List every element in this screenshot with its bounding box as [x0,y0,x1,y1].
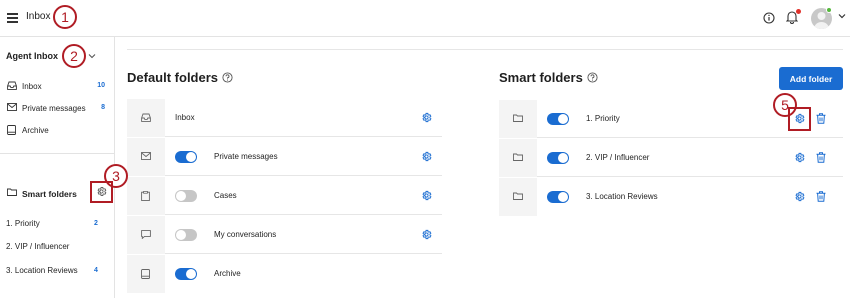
folder-name: 2. VIP / Influencer [586,153,650,162]
callout-marker: 2 [62,44,86,68]
smart-folder-count: 4 [94,267,98,274]
folder-icon-cell [499,178,537,216]
smart-folder-count: 2 [94,220,98,227]
folder-toggle[interactable] [547,113,569,125]
smart-folder-row: 3. Location Reviews [499,178,843,216]
highlight-box [788,107,811,131]
folder-icon-cell [499,100,537,138]
folder-icon [7,188,17,196]
archive-icon [7,125,16,135]
sidebar-item-label: Inbox [22,82,42,91]
smart-folder-link[interactable]: 2. VIP / Influencer [6,242,69,251]
trash-icon[interactable] [816,152,826,163]
top-bar: Inbox [0,0,850,37]
default-folders-heading: Default folders [127,70,219,85]
sidebar-item-label: Private messages [22,104,86,113]
folder-toggle[interactable] [547,152,569,164]
highlight-box [90,181,113,203]
folder-name: My conversations [214,230,277,239]
folder-icon [513,114,523,122]
sidebar-item-label: Archive [22,126,49,135]
folder-name: Cases [214,191,237,200]
default-folder-row: Cases [127,177,442,215]
folder-toggle[interactable] [175,190,197,202]
folder-toggle[interactable] [175,229,197,241]
gear-icon[interactable] [421,190,432,201]
section-divider [127,49,843,50]
smart-folder-link[interactable]: 3. Location Reviews [6,266,78,275]
folder-toggle[interactable] [175,151,197,163]
sidebar-divider [0,153,114,154]
chevron-down-icon[interactable] [88,53,96,59]
envelope-icon [7,103,17,111]
folder-icon-cell [127,99,165,137]
sidebar-item-inbox[interactable]: Inbox 10 [0,76,114,96]
app-title: Inbox [26,11,51,22]
trash-icon[interactable] [816,113,826,124]
help-icon[interactable] [587,72,598,83]
chevron-down-icon[interactable] [838,13,846,19]
sidebar-item-count: 10 [97,82,105,89]
inbox-icon [141,113,151,122]
default-folder-row: Inbox [127,99,442,137]
clipboard-icon [141,191,150,201]
folder-icon [513,192,523,200]
sidebar-item-archive[interactable]: Archive [0,120,114,140]
add-folder-button[interactable]: Add folder [779,67,843,90]
folder-icon-cell [127,255,165,293]
folder-icon [513,153,523,161]
callout-marker: 1 [53,5,77,29]
smart-folders-heading: Smart folders [22,189,77,199]
folder-toggle[interactable] [175,268,197,280]
folder-icon-cell [499,139,537,177]
gear-icon[interactable] [421,151,432,162]
presence-dot [826,7,832,13]
gear-icon[interactable] [794,191,805,202]
default-folder-row: Private messages [127,138,442,176]
folder-icon-cell [127,177,165,215]
folder-name: Inbox [175,113,195,122]
info-icon[interactable] [763,12,775,24]
sidebar-item-count: 8 [101,104,105,111]
sidebar-item-private-messages[interactable]: Private messages 8 [0,98,114,118]
trash-icon[interactable] [816,191,826,202]
gear-icon[interactable] [421,112,432,123]
chat-icon [141,230,151,239]
folder-name: Archive [214,269,241,278]
smart-folders-title: Smart folders [499,70,583,85]
sidebar: Agent Inbox Inbox 10 Private messages 8 … [0,37,115,298]
gear-icon[interactable] [421,229,432,240]
smart-folder-link[interactable]: 1. Priority [6,219,40,228]
folder-toggle[interactable] [547,191,569,203]
default-folder-row: My conversations [127,216,442,254]
envelope-icon [141,152,151,160]
folder-name: 1. Priority [586,114,620,123]
menu-icon[interactable] [7,13,18,23]
inbox-icon [7,81,17,90]
folder-icon-cell [127,216,165,254]
folder-name: 3. Location Reviews [586,192,658,201]
folder-name: Private messages [214,152,278,161]
gear-icon[interactable] [794,152,805,163]
help-icon[interactable] [222,72,233,83]
archive-icon [141,269,150,279]
default-folder-row: Archive [127,255,442,293]
notification-dot [796,9,801,14]
sidebar-title[interactable]: Agent Inbox [6,51,58,61]
folder-icon-cell [127,138,165,176]
smart-folder-row: 2. VIP / Influencer [499,139,843,177]
